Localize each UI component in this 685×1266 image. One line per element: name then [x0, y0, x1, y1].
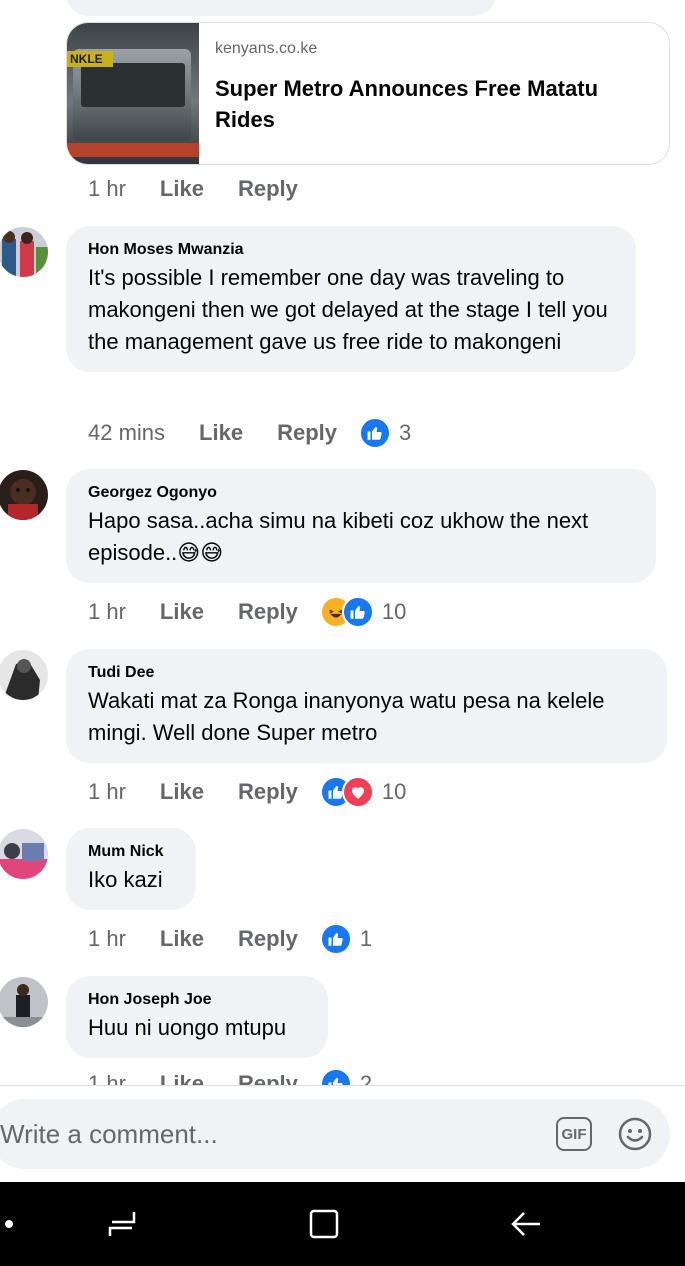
- comment-bubble: Hon Joseph Joe Huu ni uongo mtupu: [66, 976, 328, 1058]
- gif-icon[interactable]: GIF: [556, 1117, 592, 1151]
- comment-input-container[interactable]: GIF: [0, 1099, 670, 1169]
- like-button[interactable]: Like: [160, 176, 204, 202]
- like-button[interactable]: Like: [160, 779, 204, 805]
- bus-windshield: [81, 63, 185, 107]
- comment-text: Iko kazi: [88, 867, 163, 892]
- bus-sign: NKLE: [67, 51, 113, 67]
- previous-comment-bubble: [66, 0, 496, 16]
- like-reaction-icon: [341, 596, 374, 628]
- comment-time: 42 mins: [88, 420, 166, 445]
- reply-button[interactable]: Reply: [238, 1071, 298, 1086]
- avatar[interactable]: [0, 227, 48, 277]
- like-reaction-icon: [319, 923, 352, 955]
- reply-button[interactable]: Reply: [238, 779, 298, 805]
- comment-actions: 1 hr Like Reply 1: [88, 922, 372, 956]
- like-reaction-icon: [319, 1068, 352, 1086]
- recent-apps-icon[interactable]: [104, 1206, 140, 1242]
- link-thumbnail: NKLE: [67, 23, 199, 164]
- comment-text: Huu ni uongo mtupu: [88, 1015, 287, 1040]
- comment-text: Wakati mat za Ronga inanyonya watu pesa …: [88, 688, 605, 745]
- link-domain: kenyans.co.ke: [215, 40, 318, 57]
- avatar[interactable]: [0, 650, 48, 700]
- comment-actions: 1 hr Like Reply 2: [88, 1067, 372, 1086]
- avatar[interactable]: [0, 470, 48, 520]
- reaction-summary[interactable]: 1: [319, 923, 373, 955]
- comment-time: 1 hr: [88, 926, 126, 951]
- nav-indicator-dot: [5, 1220, 13, 1228]
- reply-button[interactable]: Reply: [238, 599, 298, 625]
- back-icon[interactable]: [508, 1206, 544, 1242]
- home-icon[interactable]: [306, 1206, 342, 1242]
- bus-stripe: [67, 143, 199, 157]
- comment-bubble: Tudi Dee Wakati mat za Ronga inanyonya w…: [66, 649, 667, 763]
- comment-actions: 42 mins Like Reply 3: [88, 416, 411, 450]
- comment-actions: 1 hr Like Reply: [88, 172, 332, 206]
- like-reaction-icon: [359, 417, 391, 449]
- reply-button[interactable]: Reply: [277, 420, 337, 446]
- reaction-count: 1: [359, 926, 373, 951]
- comment-text: It's possible I remember one day was tra…: [88, 265, 608, 354]
- link-preview-card[interactable]: NKLE kenyans.co.ke Super Metro Announces…: [66, 22, 670, 165]
- like-button[interactable]: Like: [199, 420, 243, 446]
- reaction-summary[interactable]: 10: [319, 596, 407, 628]
- reaction-count: 2: [359, 1071, 373, 1086]
- like-button[interactable]: Like: [160, 1071, 204, 1086]
- comment-author[interactable]: Hon Moses Mwanzia: [88, 240, 614, 260]
- comment-feed[interactable]: NKLE kenyans.co.ke Super Metro Announces…: [0, 0, 685, 1086]
- comment-actions: 1 hr Like Reply 10: [88, 595, 406, 629]
- comment-author[interactable]: Georgez Ogonyo: [88, 483, 634, 503]
- comment-time: 1 hr: [88, 599, 126, 624]
- comment-bubble: Georgez Ogonyo Hapo sasa..acha simu na k…: [66, 469, 656, 583]
- avatar[interactable]: [0, 829, 48, 879]
- reply-button[interactable]: Reply: [238, 176, 298, 202]
- link-title[interactable]: Super Metro Announces Free Matatu Rides: [215, 73, 635, 135]
- comment-input[interactable]: [0, 1099, 520, 1169]
- reaction-count: 3: [399, 420, 412, 445]
- reaction-summary[interactable]: 2: [319, 1068, 373, 1086]
- reaction-count: 10: [381, 779, 407, 804]
- comment-author[interactable]: Mum Nick: [88, 842, 174, 862]
- comment-time: 1 hr: [88, 779, 126, 804]
- reply-button[interactable]: Reply: [238, 926, 298, 952]
- comment-bubble: Hon Moses Mwanzia It's possible I rememb…: [66, 226, 636, 372]
- reaction-summary[interactable]: 10: [319, 776, 407, 808]
- comment-time: 1 hr: [88, 176, 126, 201]
- comment-author[interactable]: Hon Joseph Joe: [88, 990, 306, 1010]
- comment-text: Hapo sasa..acha simu na kibeti coz ukhow…: [88, 508, 589, 565]
- reaction-count: 10: [381, 599, 407, 624]
- like-button[interactable]: Like: [160, 599, 204, 625]
- avatar[interactable]: [0, 977, 48, 1027]
- comment-author[interactable]: Tudi Dee: [88, 663, 645, 683]
- comment-composer: GIF: [0, 1086, 685, 1182]
- reaction-summary[interactable]: 3: [359, 417, 411, 449]
- comment-bubble: Mum Nick Iko kazi: [66, 828, 196, 910]
- comment-actions: 1 hr Like Reply 10: [88, 775, 406, 809]
- love-reaction-icon: [341, 776, 374, 808]
- comment-time: 1 hr: [88, 1071, 126, 1086]
- like-button[interactable]: Like: [160, 926, 204, 952]
- system-navigation-bar: [0, 1182, 685, 1266]
- emoji-icon[interactable]: [618, 1117, 652, 1151]
